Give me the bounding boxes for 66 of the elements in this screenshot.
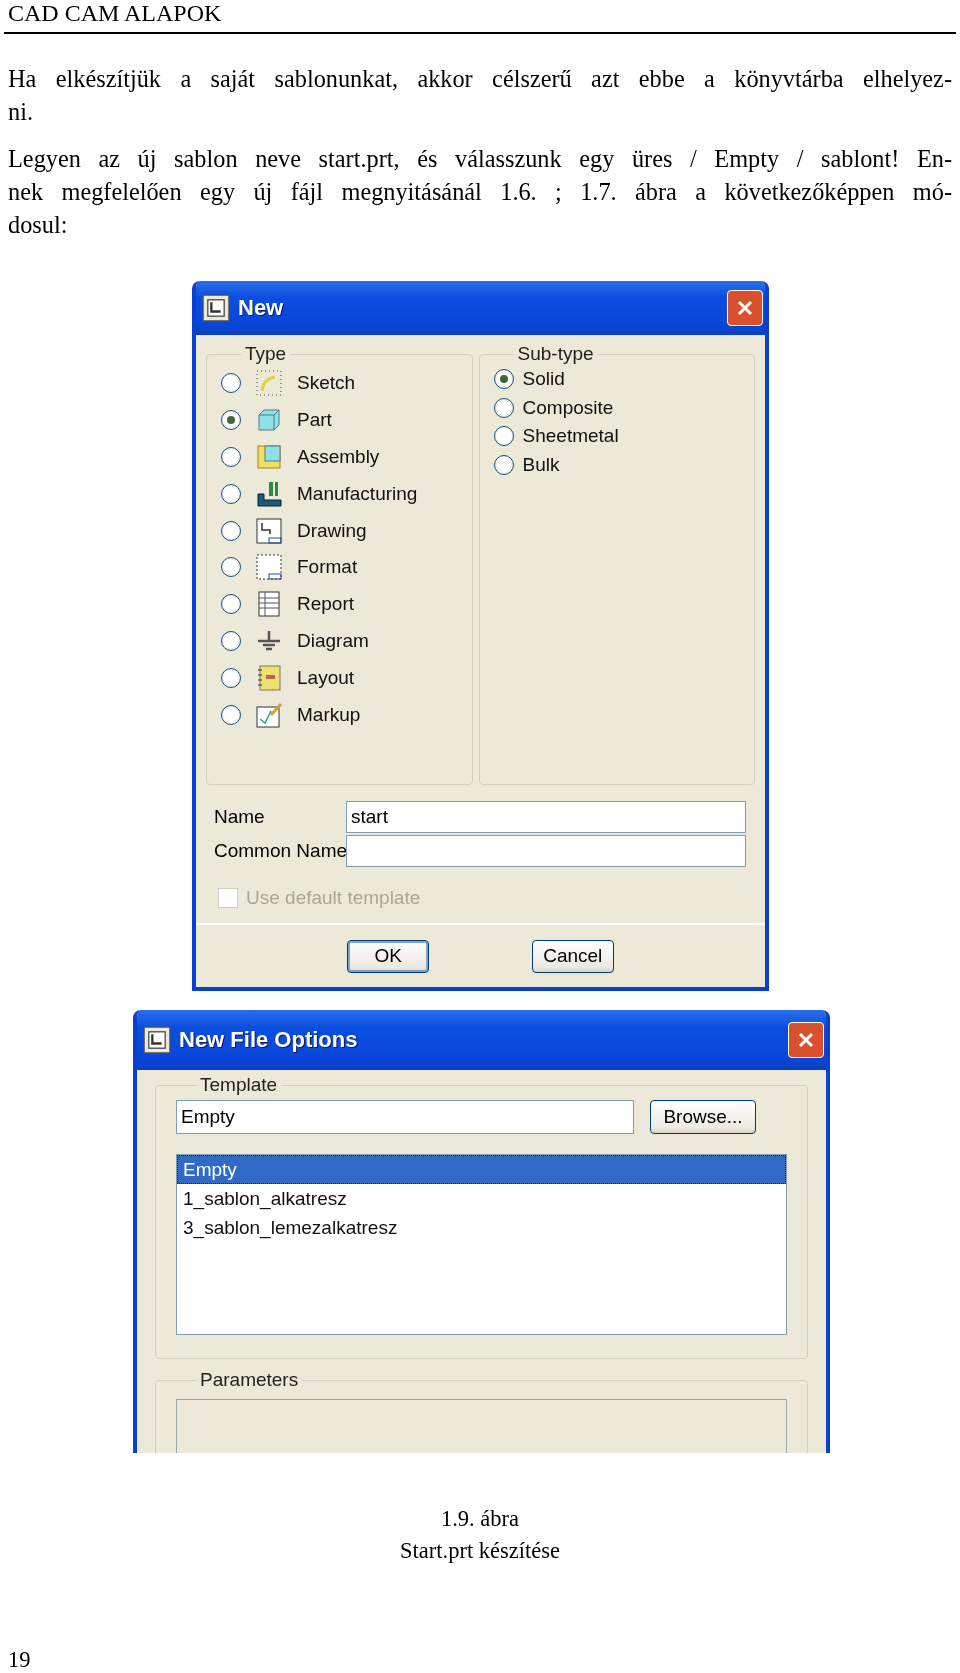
text-field[interactable]: start (346, 801, 746, 833)
window-title: New File Options (179, 1027, 358, 1053)
radio-button[interactable] (493, 369, 514, 390)
radio-label: Part (297, 409, 332, 432)
radio-button[interactable] (221, 667, 241, 688)
radio-label: Sheetmetal (522, 425, 619, 448)
window-icon (202, 294, 230, 322)
frame-icon (255, 553, 283, 582)
radio-button[interactable] (221, 630, 241, 651)
list-item[interactable]: Empty (177, 1155, 786, 1184)
radio-label: Diagram (297, 629, 369, 652)
radio-button[interactable] (221, 447, 241, 467)
close-icon (735, 298, 755, 318)
radio-button[interactable] (221, 594, 241, 615)
radio-label: Solid (522, 368, 565, 391)
radio-label: Composite (522, 396, 614, 419)
radio-label: Report (297, 593, 355, 616)
list-item[interactable]: 3_sablon_lemezalkatresz (177, 1213, 786, 1242)
paragraph: Legyen az új sablon neve start.prt, és válasszunk egy üres / Empty / sablont! En- nek megfelelően egy új fájl megnyitásánál 1.6. ; 1.7. ábra a következőképpen mó- dosul: (8, 144, 952, 240)
report-icon (255, 590, 283, 619)
text-field[interactable] (346, 835, 746, 867)
radio-label: Bulk (522, 453, 560, 476)
field-label: Common Name (213, 840, 346, 862)
figure-number: 1.9. ábra (440, 1505, 520, 1533)
close-button[interactable] (788, 1022, 824, 1058)
window-icon (143, 1026, 171, 1054)
checkbox-label: Use default template (246, 887, 421, 909)
assembly-icon (255, 443, 283, 471)
radio-button[interactable] (493, 397, 514, 418)
radio-button[interactable] (221, 520, 241, 541)
radio-button[interactable] (221, 483, 241, 504)
radio-label: Layout (297, 666, 355, 689)
browse-button[interactable]: Browse... (650, 1100, 756, 1134)
notebook-icon (255, 663, 283, 692)
radio-button[interactable] (493, 454, 514, 475)
ok-button[interactable]: OK (347, 939, 430, 973)
radio-label: Format (297, 556, 358, 579)
page-number: 19 (8, 1648, 31, 1672)
cancel-button[interactable]: Cancel (531, 939, 614, 973)
group-label: Parameters (199, 1369, 300, 1391)
radio-label: Markup (297, 703, 361, 726)
page-header: CAD CAM ALAPOK (7, 0, 223, 26)
radio-button[interactable] (221, 557, 241, 578)
group-label: Sub-type (516, 343, 595, 365)
sketch-icon (255, 369, 283, 398)
radio-button[interactable] (493, 426, 514, 447)
window-title: New (238, 295, 284, 321)
field-label: Name (213, 806, 266, 828)
radio-label: Assembly (297, 446, 380, 468)
group-label: Template (199, 1074, 279, 1096)
radio-button[interactable] (221, 373, 241, 394)
list-item[interactable]: 1_sablon_alkatresz (177, 1184, 786, 1213)
close-button[interactable] (727, 290, 763, 326)
radio-button[interactable] (221, 410, 241, 431)
radio-label: Sketch (297, 372, 356, 395)
group-label: Type (244, 343, 288, 365)
close-icon (796, 1030, 816, 1050)
drawing-sheet-icon (255, 516, 283, 545)
radio-label: Drawing (297, 519, 367, 542)
markup-icon (255, 700, 283, 729)
radio-button[interactable] (221, 704, 241, 725)
template-field[interactable]: Empty (176, 1100, 634, 1134)
tool-icon (255, 479, 283, 508)
radio-label: Manufacturing (297, 482, 418, 505)
paragraph: Ha elkészítjük a saját sablonunkat, akkor célszerű azt ebbe a könyvtárba elhelyez- ni. (8, 64, 952, 127)
figure-caption: Start.prt készítése (400, 1537, 560, 1565)
